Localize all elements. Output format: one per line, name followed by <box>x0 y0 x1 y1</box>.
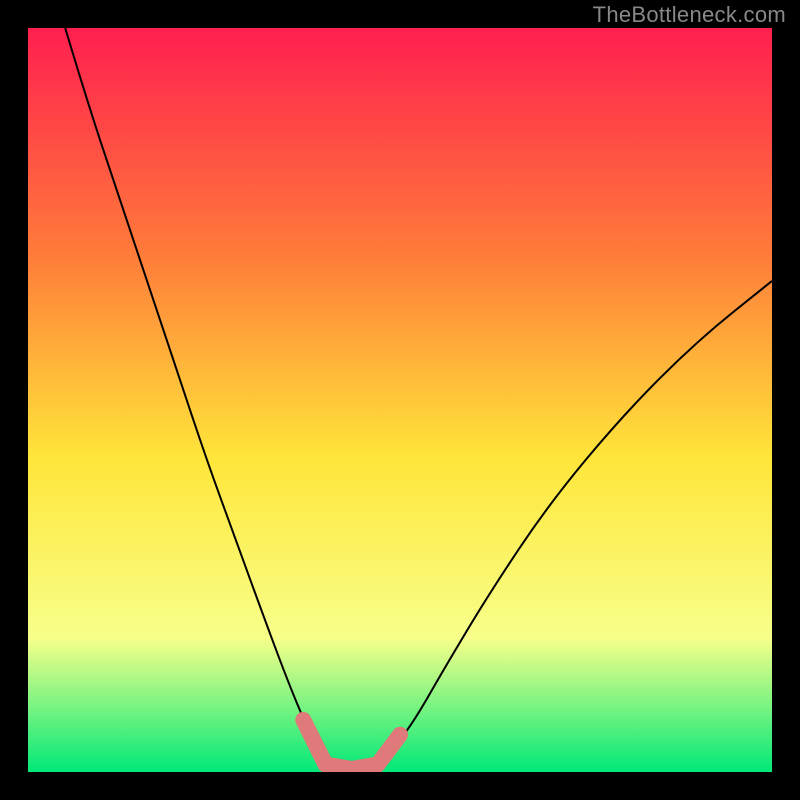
chart-svg <box>28 28 772 772</box>
gradient-background <box>28 28 772 772</box>
watermark-text: TheBottleneck.com <box>593 2 786 28</box>
chart-frame: TheBottleneck.com <box>0 0 800 800</box>
plot-area <box>28 28 772 772</box>
